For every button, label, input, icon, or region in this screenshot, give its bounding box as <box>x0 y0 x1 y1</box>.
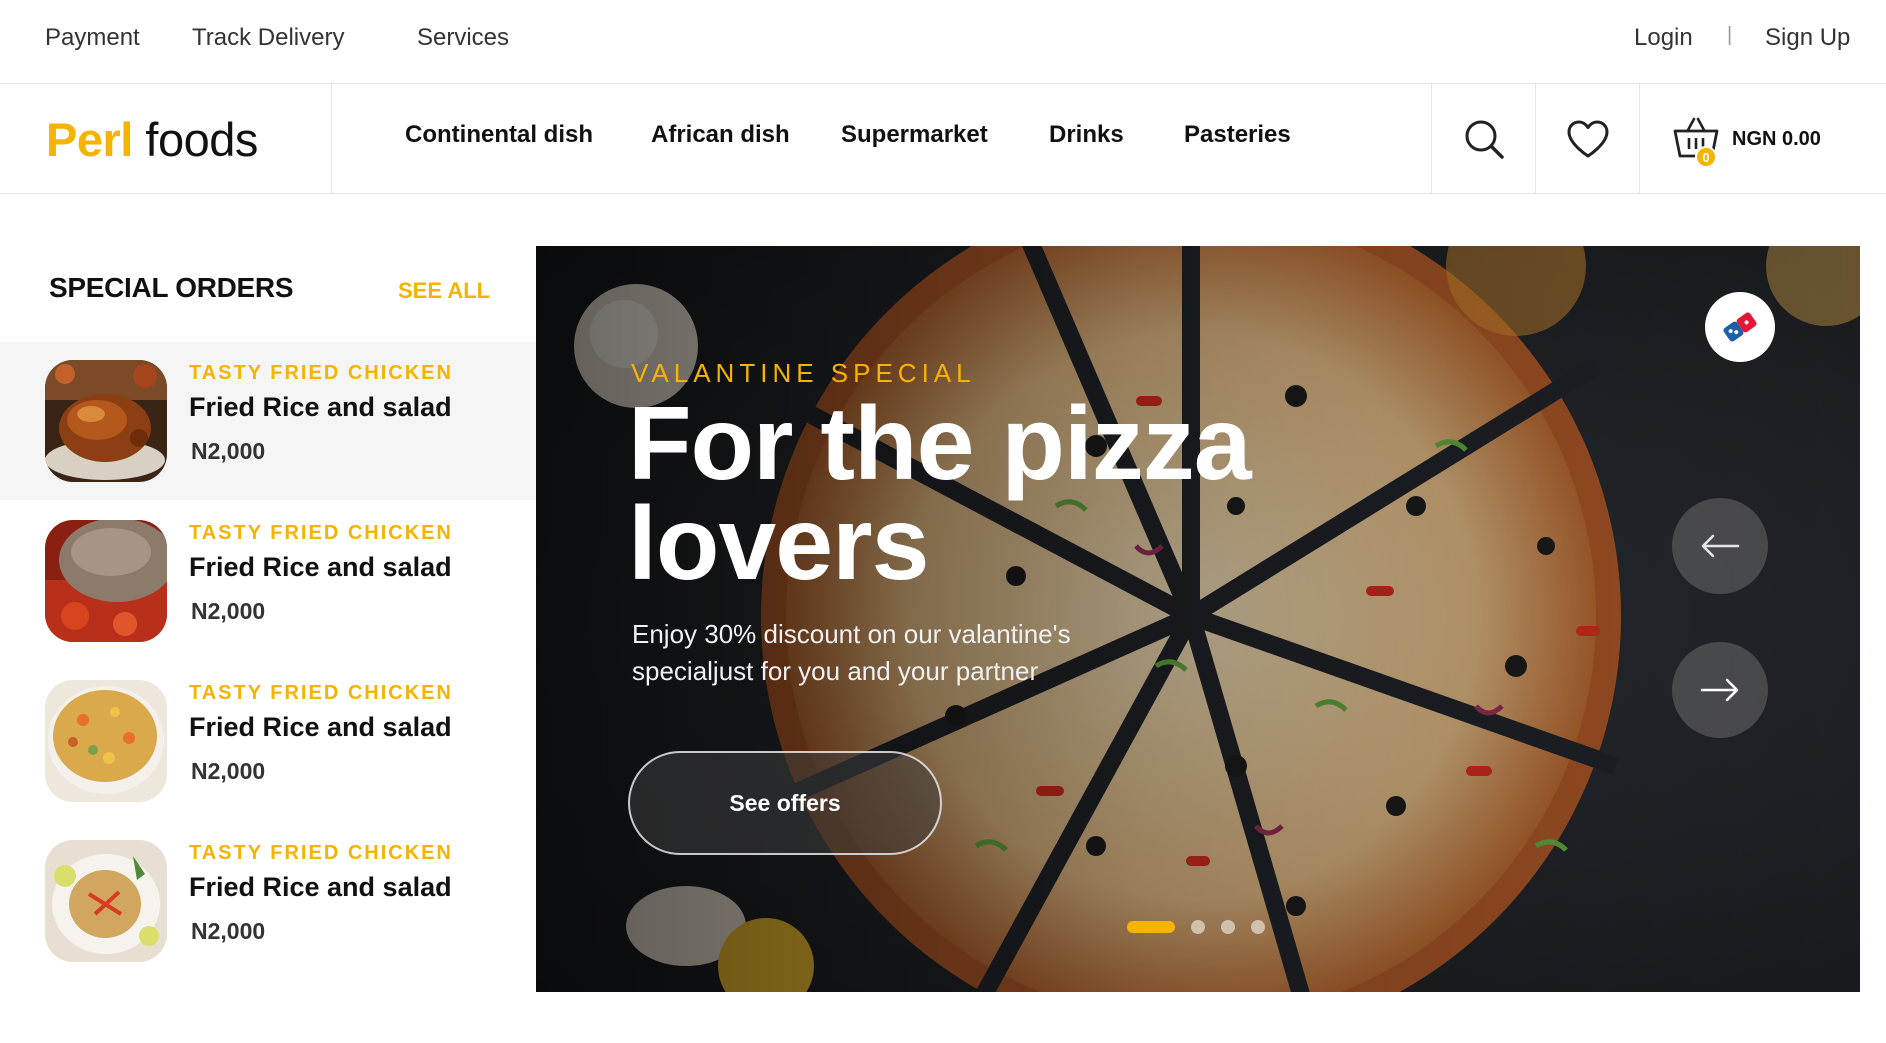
special-order-item[interactable]: TASTY FRIED CHICKEN Fried Rice and salad… <box>0 822 536 980</box>
food-thumbnail <box>45 360 167 482</box>
item-name: Fried Rice and salad <box>189 392 452 422</box>
divider <box>331 84 332 193</box>
special-order-item[interactable]: TASTY FRIED CHICKEN Fried Rice and salad… <box>0 662 536 820</box>
cart-button[interactable]: 0 NGN 0.00 <box>1640 84 1886 193</box>
track-delivery-link[interactable]: Track Delivery <box>192 24 344 52</box>
item-tag: TASTY FRIED CHICKEN <box>189 522 453 544</box>
payment-link[interactable]: Payment <box>45 24 140 52</box>
utility-bar: Payment Track Delivery Services Login | … <box>0 0 1886 84</box>
hero-banner: VALANTINE SPECIAL For the pizza lovers E… <box>536 246 1860 992</box>
food-thumbnail <box>45 680 167 802</box>
item-tag: TASTY FRIED CHICKEN <box>189 842 453 864</box>
search-button[interactable] <box>1432 84 1535 193</box>
hero-title: For the pizza lovers <box>628 386 1252 602</box>
see-offers-button[interactable]: See offers <box>628 751 942 855</box>
item-price: N2,000 <box>191 758 266 784</box>
item-tag: TASTY FRIED CHICKEN <box>189 682 453 704</box>
nav-continental-dish[interactable]: Continental dish <box>405 121 593 149</box>
item-price: N2,000 <box>191 598 266 624</box>
services-link[interactable]: Services <box>417 24 509 52</box>
nav-drinks[interactable]: Drinks <box>1049 121 1124 149</box>
login-link[interactable]: Login <box>1634 24 1693 52</box>
cart-count-badge: 0 <box>1695 146 1717 168</box>
food-thumbnail <box>45 520 167 642</box>
slide-dot[interactable] <box>1251 920 1265 934</box>
next-slide-button[interactable] <box>1672 642 1768 738</box>
item-name: Fried Rice and salad <box>189 552 452 582</box>
brand-logo[interactable]: Perl foods <box>46 112 258 167</box>
food-thumbnail <box>45 840 167 962</box>
logo-part-foods: foods <box>145 113 258 166</box>
slide-dot[interactable] <box>1191 920 1205 934</box>
arrow-left-icon <box>1701 534 1740 558</box>
nav-supermarket[interactable]: Supermarket <box>841 121 988 149</box>
wishlist-button[interactable] <box>1536 84 1639 193</box>
prev-slide-button[interactable] <box>1672 498 1768 594</box>
slide-indicators <box>1127 920 1265 934</box>
special-order-item[interactable]: TASTY FRIED CHICKEN Fried Rice and salad… <box>0 502 536 660</box>
signup-link[interactable]: Sign Up <box>1765 24 1850 52</box>
slide-dot[interactable] <box>1127 921 1175 933</box>
hero-eyebrow: VALANTINE SPECIAL <box>631 358 976 388</box>
nav-pasteries[interactable]: Pasteries <box>1184 121 1291 149</box>
dominos-logo <box>1705 292 1775 362</box>
item-name: Fried Rice and salad <box>189 872 452 902</box>
special-order-item[interactable]: TASTY FRIED CHICKEN Fried Rice and salad… <box>0 342 536 500</box>
special-orders-heading: SPECIAL ORDERS <box>49 272 294 303</box>
heart-icon <box>1567 120 1608 157</box>
hero-description: Enjoy 30% discount on our valantine's sp… <box>632 619 1071 686</box>
main-nav: Perl foods Continental dish African dish… <box>0 84 1886 194</box>
auth-separator: | <box>1727 24 1733 46</box>
item-name: Fried Rice and salad <box>189 712 452 742</box>
item-tag: TASTY FRIED CHICKEN <box>189 362 453 384</box>
cart-total: NGN 0.00 <box>1732 128 1821 150</box>
item-price: N2,000 <box>191 438 266 464</box>
arrow-right-icon <box>1700 678 1739 702</box>
slide-dot[interactable] <box>1221 920 1235 934</box>
nav-african-dish[interactable]: African dish <box>651 121 790 149</box>
item-price: N2,000 <box>191 918 266 944</box>
see-all-link[interactable]: SEE ALL <box>398 278 490 304</box>
logo-part-perl: Perl <box>46 113 133 166</box>
search-icon <box>1465 120 1504 159</box>
